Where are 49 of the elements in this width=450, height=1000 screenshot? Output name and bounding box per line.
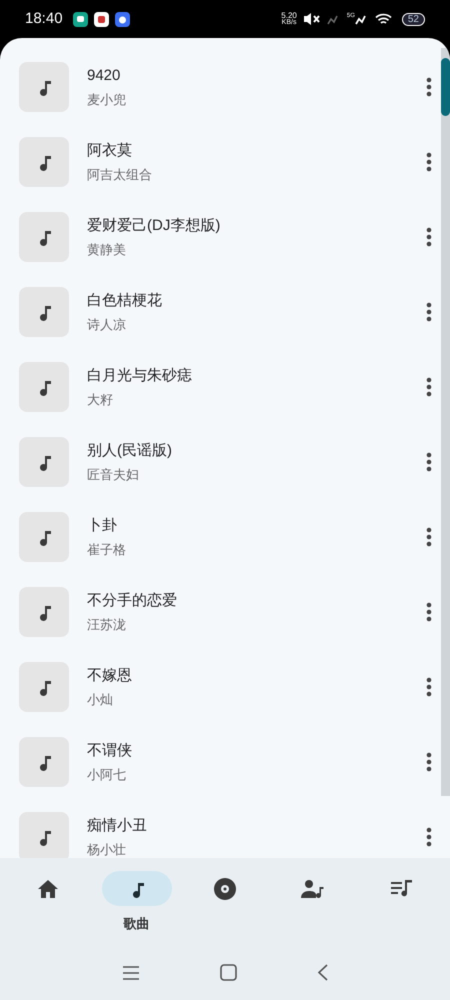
artist-name: 大籽 <box>87 390 114 408</box>
more-options-icon[interactable] <box>426 76 432 96</box>
back-icon[interactable] <box>316 964 328 981</box>
artist-name: 汪苏泷 <box>87 616 127 632</box>
more-options-icon[interactable] <box>426 602 432 622</box>
app-icon <box>94 12 109 26</box>
song-title[interactable]: 别人(民谣版) <box>87 440 426 460</box>
song-title[interactable]: 痴情小丑 <box>87 816 426 834</box>
song-title[interactable]: 阿衣莫 <box>87 140 426 160</box>
song-title[interactable]: 不分手的恋爱 <box>87 590 426 610</box>
more-options-icon[interactable] <box>426 376 432 396</box>
artist-name: 崔子格 <box>87 540 127 558</box>
artist-name: 黄静美 <box>87 240 127 258</box>
scrollbar-thumb[interactable] <box>441 58 450 116</box>
home-icon <box>37 878 60 898</box>
playlist-icon <box>390 878 414 898</box>
more-options-icon[interactable] <box>426 752 432 772</box>
artist-name: 阿吉太组合 <box>87 166 153 182</box>
artist-name: 小阿七 <box>87 766 127 782</box>
battery-indicator: 52 <box>402 12 425 26</box>
more-options-icon[interactable] <box>426 826 432 846</box>
cloud-app-icon <box>114 12 130 26</box>
more-options-icon[interactable] <box>426 302 432 322</box>
song-title[interactable]: 白月光与朱砂痣 <box>87 366 426 384</box>
more-options-icon[interactable] <box>426 452 432 472</box>
song-title[interactable]: 不谓侠 <box>87 740 426 760</box>
home-square-icon[interactable] <box>220 964 236 981</box>
chat-app-icon <box>72 12 88 26</box>
speed-value: 5.20 <box>281 12 297 19</box>
song-title[interactable]: 白色桔梗花 <box>87 290 426 310</box>
more-options-icon[interactable] <box>426 152 432 172</box>
person-music-icon <box>301 878 326 898</box>
wifi-icon <box>374 12 392 26</box>
more-options-icon[interactable] <box>426 226 432 246</box>
artist-name: 匠音夫妇 <box>87 466 140 482</box>
artist-name: 小灿 <box>87 690 114 708</box>
muted-speaker-icon <box>302 12 321 26</box>
menu-icon[interactable] <box>122 966 140 980</box>
disc-icon <box>212 876 237 900</box>
clock: 18:40 <box>25 8 63 29</box>
song-title[interactable]: 卜卦 <box>87 516 426 534</box>
artist-name: 诗人凉 <box>87 316 127 332</box>
more-options-icon[interactable] <box>426 526 432 546</box>
more-options-icon[interactable] <box>426 676 432 696</box>
song-title[interactable]: 9420 <box>87 66 426 84</box>
song-title[interactable]: 爱财爱己(DJ李想版) <box>87 216 426 234</box>
song-title[interactable]: 不嫁恩 <box>87 666 426 684</box>
artist-name: 麦小兜 <box>87 90 127 108</box>
artist-name: 杨小壮 <box>87 840 127 858</box>
